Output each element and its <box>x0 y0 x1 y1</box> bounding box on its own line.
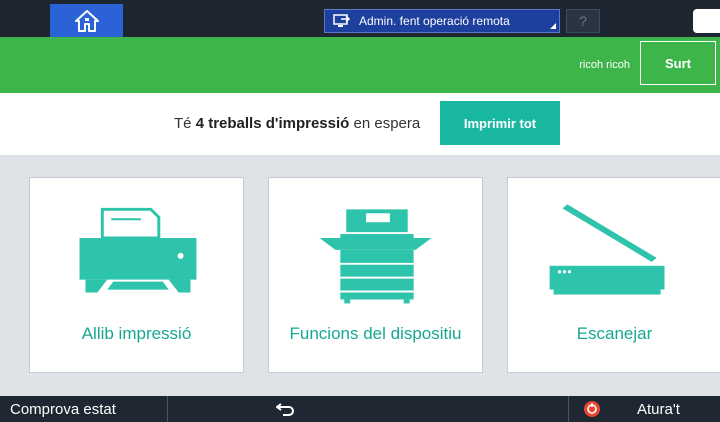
home-button[interactable] <box>50 4 123 37</box>
stop-icon <box>584 401 600 417</box>
tile-label: Funcions del dispositiu <box>289 324 462 343</box>
check-status-button[interactable]: Comprova estat <box>0 396 168 422</box>
back-icon <box>276 403 294 416</box>
stop-button[interactable]: Atura't <box>568 396 720 422</box>
bottom-bar: Comprova estat Atura't <box>0 396 720 422</box>
user-name: ricoh ricoh <box>579 59 630 71</box>
jobs-label: treballs d'impressió <box>208 115 350 132</box>
tile-device-functions[interactable]: Funcions del dispositiu <box>268 177 483 373</box>
moon-icon <box>702 14 710 28</box>
remote-operation-indicator[interactable]: Admin. fent operació remota <box>324 9 560 33</box>
pending-jobs-message: Té 4 treballs d'impressió en espera <box>174 115 420 132</box>
tile-scan[interactable]: Escanejar <box>507 177 720 373</box>
help-button[interactable]: ? <box>566 9 600 33</box>
jobs-prefix: Té <box>174 115 192 132</box>
tile-label: Escanejar <box>576 324 653 343</box>
tile-label: Allib impressió <box>81 324 192 343</box>
jobs-suffix: en espera <box>353 115 421 132</box>
home-icon <box>74 9 99 32</box>
remote-operation-label: Admin. fent operació remota <box>359 14 510 28</box>
print-all-button[interactable]: Imprimir tot <box>440 101 560 145</box>
printer-icon <box>79 207 197 293</box>
energy-saver-button[interactable] <box>693 9 720 33</box>
top-bar: Admin. fent operació remota ? <box>0 0 720 37</box>
remote-operation-icon <box>333 14 351 27</box>
print-jobs-strip: Té 4 treballs d'impressió en espera Impr… <box>0 93 720 155</box>
tile-print-release[interactable]: Allib impressió <box>29 177 244 373</box>
scanner-icon <box>549 204 665 295</box>
corner-triangle-icon <box>550 23 556 29</box>
logout-button[interactable]: Surt <box>640 41 716 85</box>
back-button[interactable] <box>266 396 306 422</box>
jobs-count: 4 <box>195 115 205 132</box>
copier-icon <box>319 209 432 304</box>
header-bar: ricoh ricoh Surt <box>0 37 720 93</box>
stop-label: Atura't <box>637 400 680 418</box>
